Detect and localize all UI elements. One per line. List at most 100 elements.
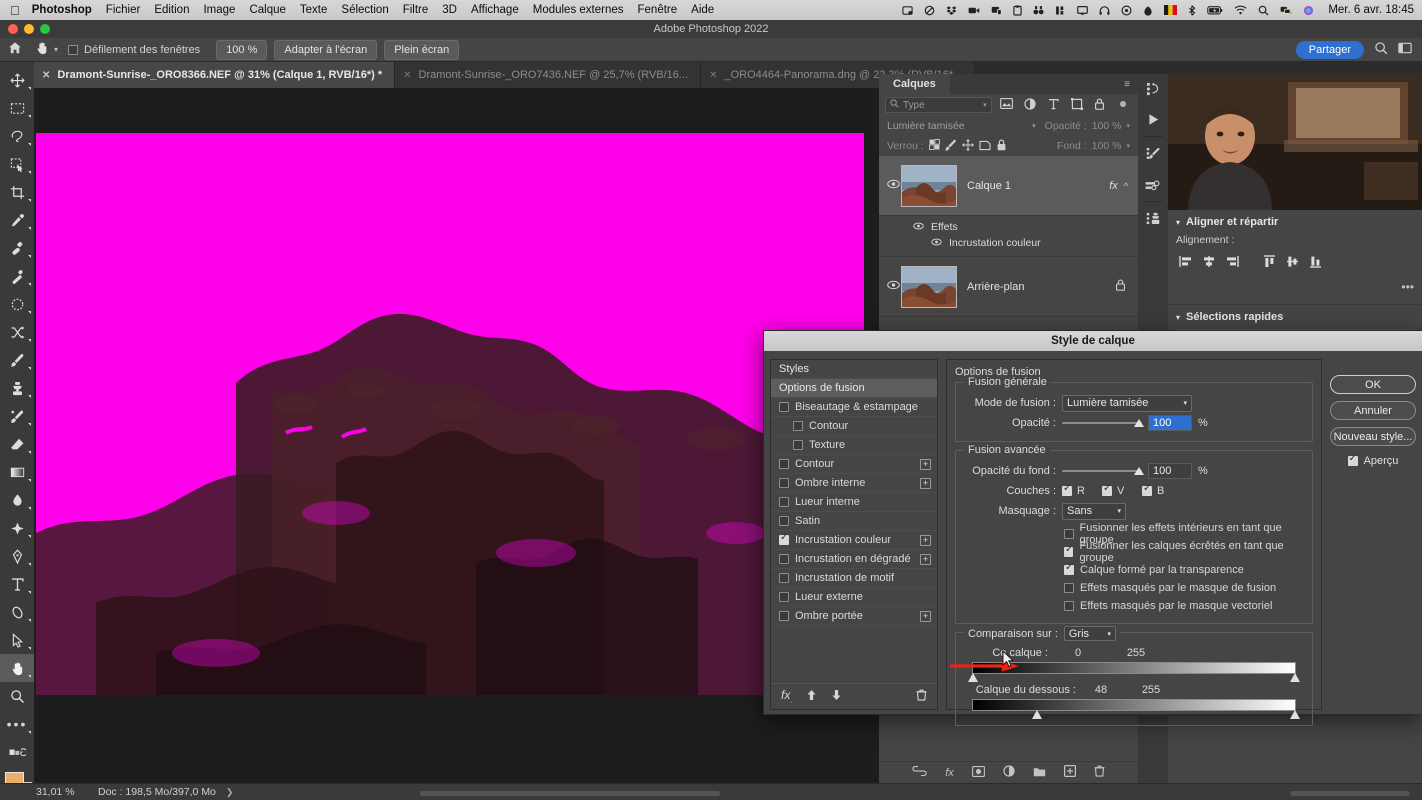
headphones-icon[interactable] <box>1099 5 1110 16</box>
effects-group-row[interactable]: Effets <box>879 219 1138 235</box>
fit-screen-button[interactable]: Adapter à l'écran <box>274 39 378 60</box>
sidebar-item-outer-glow[interactable]: Lueur externe <box>771 588 937 607</box>
canvas-area[interactable] <box>34 88 879 788</box>
blend-interior-effects-checkbox[interactable] <box>1064 529 1074 539</box>
cancel-button[interactable]: Annuler <box>1330 401 1416 420</box>
drop-shadow-checkbox[interactable] <box>779 611 789 621</box>
menubar-clock[interactable]: Mer. 6 avr. 18:45 <box>1328 4 1414 16</box>
menu-edition[interactable]: Edition <box>154 4 189 16</box>
lock-image-icon[interactable] <box>945 139 957 154</box>
delete-icon[interactable] <box>916 689 927 704</box>
hand-tool-icon[interactable] <box>0 654 34 682</box>
ok-button[interactable]: OK <box>1330 375 1416 394</box>
vector-mask-hides-effects-checkbox[interactable] <box>1064 601 1074 611</box>
delete-layer-icon[interactable] <box>1094 765 1105 780</box>
opacity-input[interactable]: 100 <box>1148 415 1192 431</box>
smartobject-filter-icon[interactable] <box>1091 98 1108 113</box>
move-down-icon[interactable] <box>831 689 842 704</box>
effect-visibility-icon[interactable] <box>931 237 942 249</box>
siri-icon[interactable] <box>1303 5 1314 16</box>
layer-thumbnail[interactable] <box>901 265 957 308</box>
arc-icon[interactable] <box>1143 5 1153 16</box>
lasso-tool-icon[interactable] <box>0 122 34 150</box>
contour-sub-checkbox[interactable] <box>793 421 803 431</box>
pen-tool-icon[interactable] <box>0 542 34 570</box>
search-icon[interactable] <box>1374 41 1388 58</box>
history-brush-tool-icon[interactable] <box>0 402 34 430</box>
preview-row[interactable]: Aperçu <box>1330 453 1416 467</box>
adjustment-filter-icon[interactable] <box>1021 97 1038 113</box>
sidebar-item-inner-glow[interactable]: Lueur interne <box>771 493 937 512</box>
fullscreen-button[interactable]: Plein écran <box>384 39 460 60</box>
edit-toolbar-icon[interactable] <box>0 738 34 766</box>
fill-opacity-slider[interactable] <box>1062 464 1144 478</box>
this-layer-black-knob[interactable] <box>968 673 978 682</box>
bluetooth-icon[interactable] <box>1188 4 1196 16</box>
tab-calques[interactable]: Calques <box>879 74 950 94</box>
display-icon[interactable] <box>1077 5 1089 16</box>
align-bottom-icon[interactable] <box>1306 252 1326 270</box>
minimize-window-button[interactable] <box>24 24 34 34</box>
document-canvas[interactable] <box>36 133 864 695</box>
check-layer-mask-hides-effects[interactable]: Effets masqués par le masque de fusion <box>1064 581 1304 595</box>
add-mask-icon[interactable] <box>971 765 985 780</box>
apple-icon[interactable]:  <box>10 4 20 17</box>
binoculars-icon[interactable] <box>1033 5 1044 16</box>
lock-artboard-icon[interactable] <box>979 139 991 154</box>
channel-b-checkbox[interactable] <box>1142 483 1152 496</box>
sidebar-item-inner-shadow[interactable]: Ombre interne + <box>771 474 937 493</box>
color-overlay-checkbox[interactable] <box>779 532 789 545</box>
clipboard-icon[interactable] <box>1013 4 1023 16</box>
chevron-up-icon[interactable]: ^ <box>1124 181 1128 191</box>
effects-visibility-icon[interactable] <box>913 221 924 233</box>
sidebar-item-bevel-emboss[interactable]: Biseautage & estampage <box>771 398 937 417</box>
underlying-layer-black-knob[interactable] <box>1032 710 1042 719</box>
add-gradient-overlay-icon[interactable]: + <box>920 553 931 565</box>
more-tools-icon[interactable]: ••• <box>0 710 34 738</box>
screenshot-icon[interactable] <box>902 5 913 16</box>
tool-options-chevron-icon[interactable]: ▾ <box>54 45 58 54</box>
document-tab[interactable]: ✕ Dramont-Sunrise-_ORO8366.NEF @ 31% (Ca… <box>34 62 396 88</box>
opacity-value[interactable]: 100 % <box>1092 120 1122 132</box>
close-tab-icon[interactable]: ✕ <box>403 70 411 81</box>
new-layer-icon[interactable] <box>1063 765 1076 780</box>
align-middle-v-icon[interactable] <box>1283 252 1303 270</box>
sidebar-item-drop-shadow[interactable]: Ombre portée + <box>771 607 937 626</box>
new-group-icon[interactable] <box>1033 766 1046 780</box>
channel-r-checkbox[interactable] <box>1062 483 1072 496</box>
chevron-down-icon[interactable]: ▾ <box>983 101 987 109</box>
move-up-icon[interactable] <box>806 689 817 704</box>
add-contour-icon[interactable]: + <box>920 458 931 470</box>
screen-share-icon[interactable] <box>991 5 1003 16</box>
menu-texte[interactable]: Texte <box>300 4 328 16</box>
opacity-slider[interactable] <box>1062 416 1144 430</box>
close-window-button[interactable] <box>8 24 18 34</box>
share-button[interactable]: Partager <box>1295 40 1364 59</box>
sidebar-item-gradient-overlay[interactable]: Incrustation en dégradé + <box>771 550 937 569</box>
layer-mask-hides-effects-checkbox[interactable] <box>1064 583 1074 593</box>
clone-source-icon[interactable] <box>1138 204 1168 234</box>
check-vector-mask-hides-effects[interactable]: Effets masqués par le masque vectoriel <box>1064 599 1304 613</box>
workspace-icon[interactable] <box>1398 41 1412 58</box>
clone-stamp-tool-icon[interactable] <box>0 374 34 402</box>
eyedropper-tool-icon[interactable] <box>0 206 34 234</box>
object-selection-tool-icon[interactable] <box>0 150 34 178</box>
camera-icon[interactable] <box>968 5 980 16</box>
sidebar-item-blending-options[interactable]: Options de fusion <box>771 379 937 398</box>
record-icon[interactable] <box>1121 5 1132 16</box>
gradient-overlay-checkbox[interactable] <box>779 554 789 564</box>
add-drop-shadow-icon[interactable]: + <box>920 610 931 622</box>
this-layer-min[interactable]: 0 <box>1058 647 1098 659</box>
table-row[interactable]: Calque 1 fx ^ <box>879 156 1138 216</box>
path-selection-tool-icon[interactable] <box>0 598 34 626</box>
menu-3d[interactable]: 3D <box>442 4 457 16</box>
align-right-icon[interactable] <box>1222 252 1242 270</box>
this-layer-slider[interactable] <box>968 662 1300 682</box>
actions-play-icon[interactable] <box>1138 104 1168 134</box>
belgium-flag-icon[interactable] <box>1164 5 1178 15</box>
channel-v-checkbox[interactable] <box>1102 483 1112 496</box>
sidebar-item-contour[interactable]: Contour + <box>771 455 937 474</box>
dnd-icon[interactable] <box>924 5 935 16</box>
home-icon[interactable] <box>0 41 30 58</box>
menu-calque[interactable]: Calque <box>249 4 285 16</box>
